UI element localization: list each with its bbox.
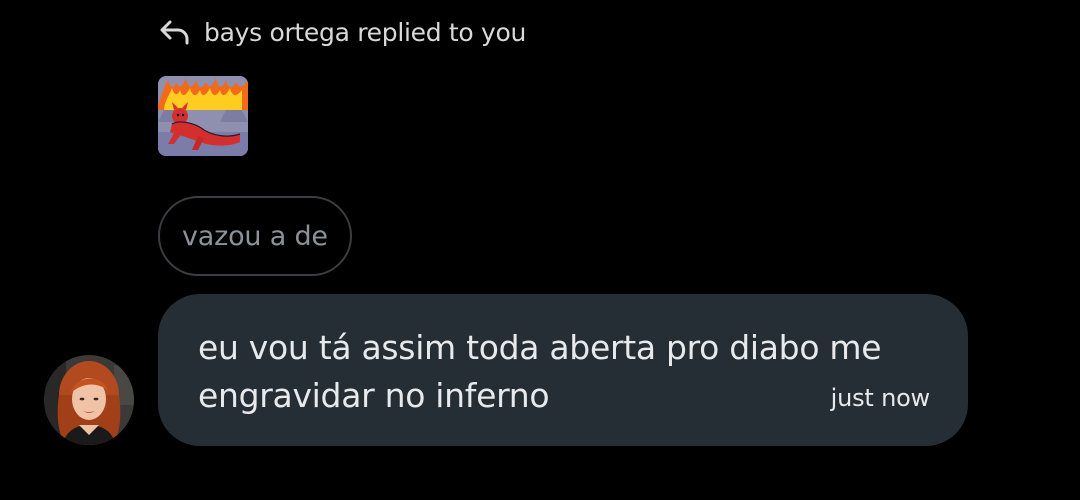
message-timestamp: just now [830, 384, 931, 412]
reply-context-header: bays ortega replied to you [158, 14, 526, 50]
quoted-message-bubble[interactable]: vazou a de [158, 196, 352, 276]
message-bubble[interactable]: eu vou tá assim toda aberta pro diabo me… [158, 294, 968, 446]
devil-in-flames-sticker[interactable] [158, 76, 248, 156]
reply-context-text: bays ortega replied to you [204, 17, 527, 47]
quoted-message-text: vazou a de [182, 220, 328, 252]
profile-photo-avatar[interactable] [44, 355, 134, 445]
dm-conversation: bays ortega replied to you vazou a de eu… [0, 0, 1080, 500]
reply-arrow-icon [160, 20, 189, 45]
message-text: eu vou tá assim toda aberta pro diabo me… [198, 328, 882, 415]
